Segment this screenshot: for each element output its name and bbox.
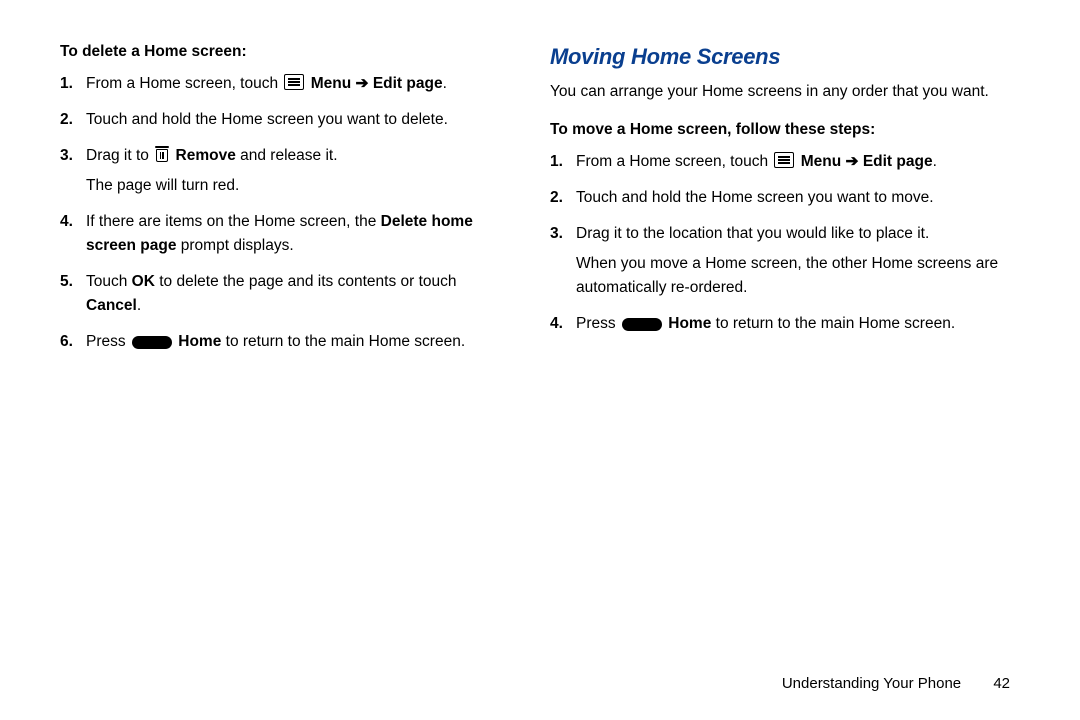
trash-icon [155, 146, 169, 162]
step-text: . [933, 153, 937, 170]
move-steps: From a Home screen, touch Menu ➔ Edit pa… [550, 150, 1020, 336]
list-item: Press Home to return to the main Home sc… [60, 330, 510, 354]
list-item: Touch and hold the Home screen you want … [550, 186, 1020, 210]
arrow-icon: ➔ [351, 75, 373, 92]
page-number: 42 [993, 675, 1010, 692]
step-text: If there are items on the Home screen, t… [86, 213, 381, 230]
cancel-label: Cancel [86, 297, 137, 314]
step-text: to return to the main Home screen. [221, 333, 465, 350]
list-item: Drag it to Remove and release it. The pa… [60, 144, 510, 198]
delete-heading: To delete a Home screen: [60, 40, 510, 64]
delete-steps: From a Home screen, touch Menu ➔ Edit pa… [60, 72, 510, 354]
list-item: If there are items on the Home screen, t… [60, 210, 510, 258]
step-text: From a Home screen, touch [86, 75, 282, 92]
moving-title: Moving Home Screens [550, 40, 1020, 74]
arrow-icon: ➔ [841, 153, 863, 170]
list-item: From a Home screen, touch Menu ➔ Edit pa… [60, 72, 510, 96]
home-label: Home [668, 315, 711, 332]
right-column: Moving Home Screens You can arrange your… [540, 40, 1020, 690]
home-button-icon [622, 318, 662, 331]
menu-icon [284, 74, 304, 90]
step-text: The page will turn red. [86, 174, 510, 198]
step-text: Touch and hold the Home screen you want … [576, 189, 934, 206]
list-item: From a Home screen, touch Menu ➔ Edit pa… [550, 150, 1020, 174]
step-text: and release it. [236, 147, 338, 164]
intro-text: You can arrange your Home screens in any… [550, 80, 1020, 104]
step-text: Press [576, 315, 620, 332]
step-text: Drag it to [86, 147, 153, 164]
step-text: Touch [86, 273, 132, 290]
menu-label: Menu [311, 75, 351, 92]
ok-label: OK [132, 273, 155, 290]
step-text: . [137, 297, 141, 314]
step-text: From a Home screen, touch [576, 153, 772, 170]
step-text: prompt displays. [176, 237, 293, 254]
step-text: . [443, 75, 447, 92]
step-text: Touch and hold the Home screen you want … [86, 111, 448, 128]
step-text: Drag it to the location that you would l… [576, 225, 929, 242]
menu-label: Menu [801, 153, 841, 170]
step-text: Press [86, 333, 130, 350]
remove-label: Remove [176, 147, 236, 164]
edit-page-label: Edit page [373, 75, 443, 92]
list-item: Touch OK to delete the page and its cont… [60, 270, 510, 318]
edit-page-label: Edit page [863, 153, 933, 170]
step-text: to return to the main Home screen. [711, 315, 955, 332]
step-text: When you move a Home screen, the other H… [576, 252, 1020, 300]
move-heading: To move a Home screen, follow these step… [550, 118, 1020, 142]
list-item: Touch and hold the Home screen you want … [60, 108, 510, 132]
left-column: To delete a Home screen: From a Home scr… [60, 40, 540, 690]
manual-page: To delete a Home screen: From a Home scr… [0, 0, 1080, 720]
list-item: Drag it to the location that you would l… [550, 222, 1020, 300]
footer-section: Understanding Your Phone [782, 675, 961, 692]
list-item: Press Home to return to the main Home sc… [550, 312, 1020, 336]
home-button-icon [132, 336, 172, 349]
menu-icon [774, 152, 794, 168]
step-text: to delete the page and its contents or t… [155, 273, 457, 290]
home-label: Home [178, 333, 221, 350]
page-footer: Understanding Your Phone 42 [782, 675, 1010, 692]
